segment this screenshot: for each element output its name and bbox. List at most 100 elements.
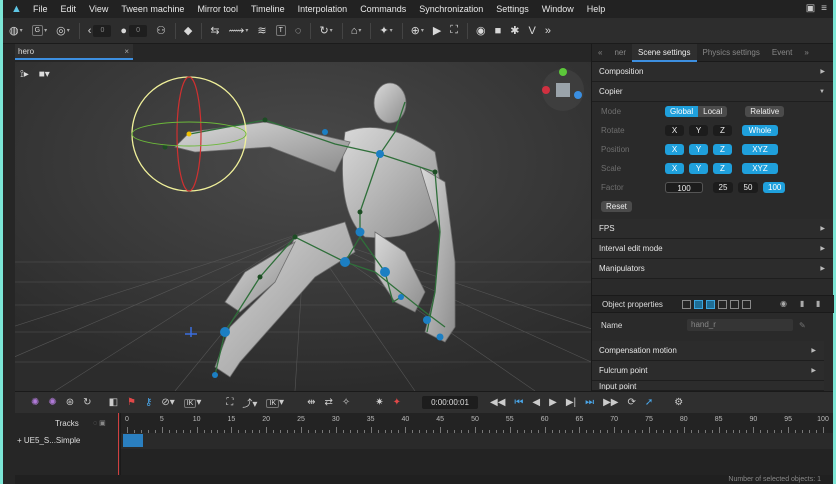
menu-synchronization[interactable]: Synchronization xyxy=(419,4,483,14)
panel-icon[interactable]: ▮ xyxy=(816,299,820,308)
camera-icon[interactable]: ▶ xyxy=(433,24,441,37)
section-interval-edit-mode[interactable]: Interval edit mode ▶ xyxy=(592,239,833,259)
mode-global-button[interactable]: Global xyxy=(665,106,699,117)
factor-25-button[interactable]: 25 xyxy=(713,182,733,193)
gear-icon[interactable]: ⚙ xyxy=(674,397,683,408)
section-compensation-motion[interactable]: Compensation motion ▶ xyxy=(592,341,824,361)
refresh-icon[interactable]: ↻ xyxy=(83,397,91,408)
strike-icon[interactable]: ≋ xyxy=(257,24,266,37)
copier-reset-button[interactable]: Reset xyxy=(601,201,632,212)
pose-mode-icon[interactable]: ⌂ ▾ xyxy=(351,25,362,37)
wand-icon[interactable]: ✧ xyxy=(342,397,350,408)
factor-50-button[interactable]: 50 xyxy=(738,182,758,193)
position-xyz-button[interactable]: XYZ xyxy=(742,144,778,155)
flag-icon[interactable]: ⚑ xyxy=(127,397,136,408)
next-frame-icon[interactable]: ▶| xyxy=(566,397,576,408)
fast-forward-icon[interactable]: ▶▶ xyxy=(603,397,618,408)
position-y-button[interactable]: Y xyxy=(689,144,708,155)
edit-icon[interactable]: ✎ xyxy=(799,321,806,330)
section-input-point[interactable]: Input point xyxy=(592,381,824,391)
scale-x-button[interactable]: X xyxy=(665,163,684,174)
globe-icon[interactable]: ◍ ▾ xyxy=(9,24,23,37)
menu-mirror-tool[interactable]: Mirror tool xyxy=(197,4,238,14)
scale-y-button[interactable]: Y xyxy=(689,163,708,174)
track-row[interactable] xyxy=(121,433,833,449)
key-icon[interactable]: ⚷ xyxy=(145,397,152,408)
prev-key-icon[interactable]: ⏮ xyxy=(514,397,523,408)
rotate-whole-button[interactable]: Whole xyxy=(742,125,778,136)
frame-icon[interactable]: ⛶ xyxy=(450,24,458,37)
section-manipulators[interactable]: Manipulators ▶ xyxy=(592,259,833,279)
section-copier[interactable]: Copier ▼ xyxy=(592,82,833,102)
cursor-icon[interactable]: ➚ xyxy=(645,397,653,408)
loop-icon[interactable]: ⟳ xyxy=(628,397,636,408)
section-fps[interactable]: FPS ▶ xyxy=(592,219,833,239)
key-all-icon[interactable]: ✺ xyxy=(31,397,39,408)
snap-g-button[interactable]: G ▾ xyxy=(31,25,47,36)
3d-viewport[interactable]: ⟟▸ ■▾ xyxy=(15,62,591,391)
loop-icon[interactable]: ↻ ▾ xyxy=(319,24,332,37)
bone-display-icon[interactable]: ⟟▸ xyxy=(20,69,29,80)
tab-scroll-left-icon[interactable]: « xyxy=(592,48,608,57)
eraser-icon[interactable]: ◆ xyxy=(184,24,192,37)
curve-icon[interactable]: ⇆ xyxy=(210,24,219,37)
mirror-icon[interactable]: ◧ xyxy=(109,397,118,408)
position-z-button[interactable]: Z xyxy=(713,144,732,155)
mode-local-button[interactable]: Local xyxy=(698,106,728,117)
layout-icon[interactable]: ▣ xyxy=(806,3,815,14)
gear-play-icon[interactable]: ✱ xyxy=(510,24,519,37)
prop-tool-icon[interactable] xyxy=(706,300,715,309)
prop-tool-icon[interactable] xyxy=(694,300,703,309)
play-icon[interactable]: ▶ xyxy=(549,397,557,408)
prev-frame-icon[interactable]: ◀ xyxy=(532,397,540,408)
sync-icon[interactable]: ⊛ xyxy=(66,397,74,408)
rotate-y-button[interactable]: Y xyxy=(689,125,708,136)
key-selected-icon[interactable]: ✺ xyxy=(48,397,56,408)
collapse-icon[interactable]: ⇄ xyxy=(324,397,332,408)
section-fulcrum-point[interactable]: Fulcrum point ▶ xyxy=(592,361,824,381)
keyframe-block[interactable] xyxy=(123,434,143,447)
next-key-icon[interactable]: ⏭ xyxy=(585,397,594,408)
pin-icon[interactable]: ✦ xyxy=(393,397,401,408)
menu-settings[interactable]: Settings xyxy=(496,4,529,14)
eye-icon[interactable]: ◉ xyxy=(780,299,787,308)
camera-view-icon[interactable]: ■▾ xyxy=(39,69,50,80)
rewind-icon[interactable]: ◀◀ xyxy=(490,397,505,408)
target-icon[interactable]: ⊕ ▾ xyxy=(411,24,424,37)
prop-tool-icon[interactable] xyxy=(742,300,751,309)
track-name[interactable]: + UE5_S...Simple xyxy=(17,436,80,445)
menu-edit[interactable]: Edit xyxy=(61,4,77,14)
scale-z-button[interactable]: Z xyxy=(713,163,732,174)
mode-relative-button[interactable]: Relative xyxy=(745,106,785,117)
prop-tool-icon[interactable] xyxy=(730,300,739,309)
text-tool-button[interactable]: T xyxy=(275,25,286,36)
tab-partial[interactable]: ner xyxy=(608,48,632,57)
panel-icon[interactable]: ▮ xyxy=(800,299,804,308)
menu-window[interactable]: Window xyxy=(542,4,574,14)
camera-frame-icon[interactable]: ⛶ xyxy=(226,397,233,408)
video-icon[interactable]: ■ xyxy=(495,25,502,37)
rotate-x-button[interactable]: X xyxy=(665,125,684,136)
step-icon[interactable]: ⤴▾ xyxy=(242,395,257,410)
tab-scene-settings[interactable]: Scene settings xyxy=(632,43,697,62)
menu-toggle-icon[interactable]: ≡ xyxy=(821,3,827,14)
name-input[interactable]: hand_r xyxy=(687,319,793,331)
document-tab[interactable]: hero × xyxy=(15,44,133,60)
menu-file[interactable]: File xyxy=(33,4,48,14)
menu-interpolation[interactable]: Interpolation xyxy=(298,4,348,14)
line-icon[interactable]: ⟿ ▾ xyxy=(229,24,249,37)
lasso-icon[interactable]: ◌ xyxy=(295,25,302,37)
playhead[interactable] xyxy=(118,413,119,475)
section-composition[interactable]: Composition ▶ xyxy=(592,62,833,82)
prop-tool-icon[interactable] xyxy=(718,300,727,309)
close-icon[interactable]: × xyxy=(124,44,129,59)
menu-timeline[interactable]: Timeline xyxy=(251,4,285,14)
rotate-z-button[interactable]: Z xyxy=(713,125,732,136)
dot-icon[interactable]: ● 0 xyxy=(120,24,148,37)
scale-xyz-button[interactable]: XYZ xyxy=(742,163,778,174)
menu-commands[interactable]: Commands xyxy=(360,4,406,14)
expand-icon[interactable]: ⇹ xyxy=(307,397,315,408)
menu-tween-machine[interactable]: Tween machine xyxy=(121,4,184,14)
overflow-icon[interactable]: » xyxy=(545,25,551,37)
factor-100-button[interactable]: 100 xyxy=(763,182,785,193)
